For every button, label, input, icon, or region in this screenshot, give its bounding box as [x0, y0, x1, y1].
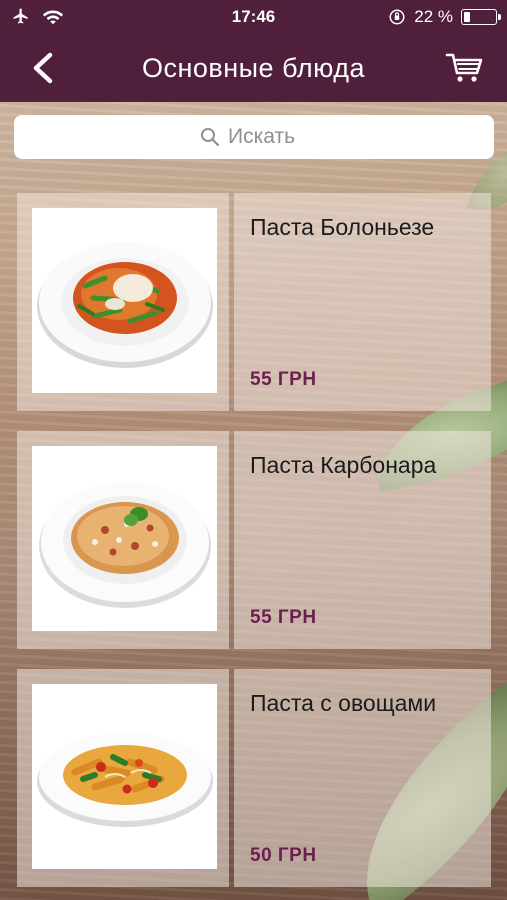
- dish-name: Паста Болоньезе: [250, 214, 435, 240]
- search-input[interactable]: [228, 125, 308, 149]
- dish-card[interactable]: Паста Болоньезе 55 ГРН: [17, 193, 491, 411]
- dish-price: 55 ГРН: [250, 607, 317, 628]
- dish-name: Паста с овощами: [250, 690, 437, 716]
- pasta-carbonara-plate: [38, 481, 211, 608]
- dish-card[interactable]: Паста с овощами 50 ГРН: [17, 669, 491, 887]
- battery-percent: 22 %: [414, 7, 453, 26]
- dish-info-panel: Паста с овощами 50 ГРН: [234, 669, 491, 887]
- battery-icon: [461, 9, 501, 25]
- orientation-lock-icon: [389, 9, 405, 25]
- page-title: Основные блюда: [141, 53, 366, 83]
- pasta-bolognese-plate: [36, 241, 213, 368]
- dish-image: [32, 684, 217, 869]
- nav-bar: Основные блюда: [0, 36, 507, 102]
- dish-image-panel: [17, 669, 229, 887]
- status-bar: 17:46 22 %: [0, 0, 507, 36]
- dish-info-panel: Паста Болоньезе 55 ГРН: [234, 193, 491, 411]
- dish-image: [32, 446, 217, 631]
- search-icon: [201, 128, 220, 147]
- dish-price: 55 ГРН: [250, 369, 317, 390]
- dish-card[interactable]: Паста Карбонара 55 ГРН: [17, 431, 491, 649]
- cart-icon: [445, 53, 483, 82]
- dish-price: 50 ГРН: [250, 845, 317, 866]
- dish-name: Паста Карбонара: [250, 452, 437, 478]
- status-right: 22 %: [388, 7, 501, 27]
- search-bar[interactable]: [14, 115, 494, 159]
- dish-info-panel: Паста Карбонара 55 ГРН: [234, 431, 491, 649]
- dish-image: [32, 208, 217, 393]
- dish-image-panel: [17, 431, 229, 649]
- battery-level: [464, 12, 471, 22]
- dish-image-panel: [17, 193, 229, 411]
- cart-button[interactable]: [445, 50, 485, 86]
- pasta-vegetables-plate: [36, 732, 213, 827]
